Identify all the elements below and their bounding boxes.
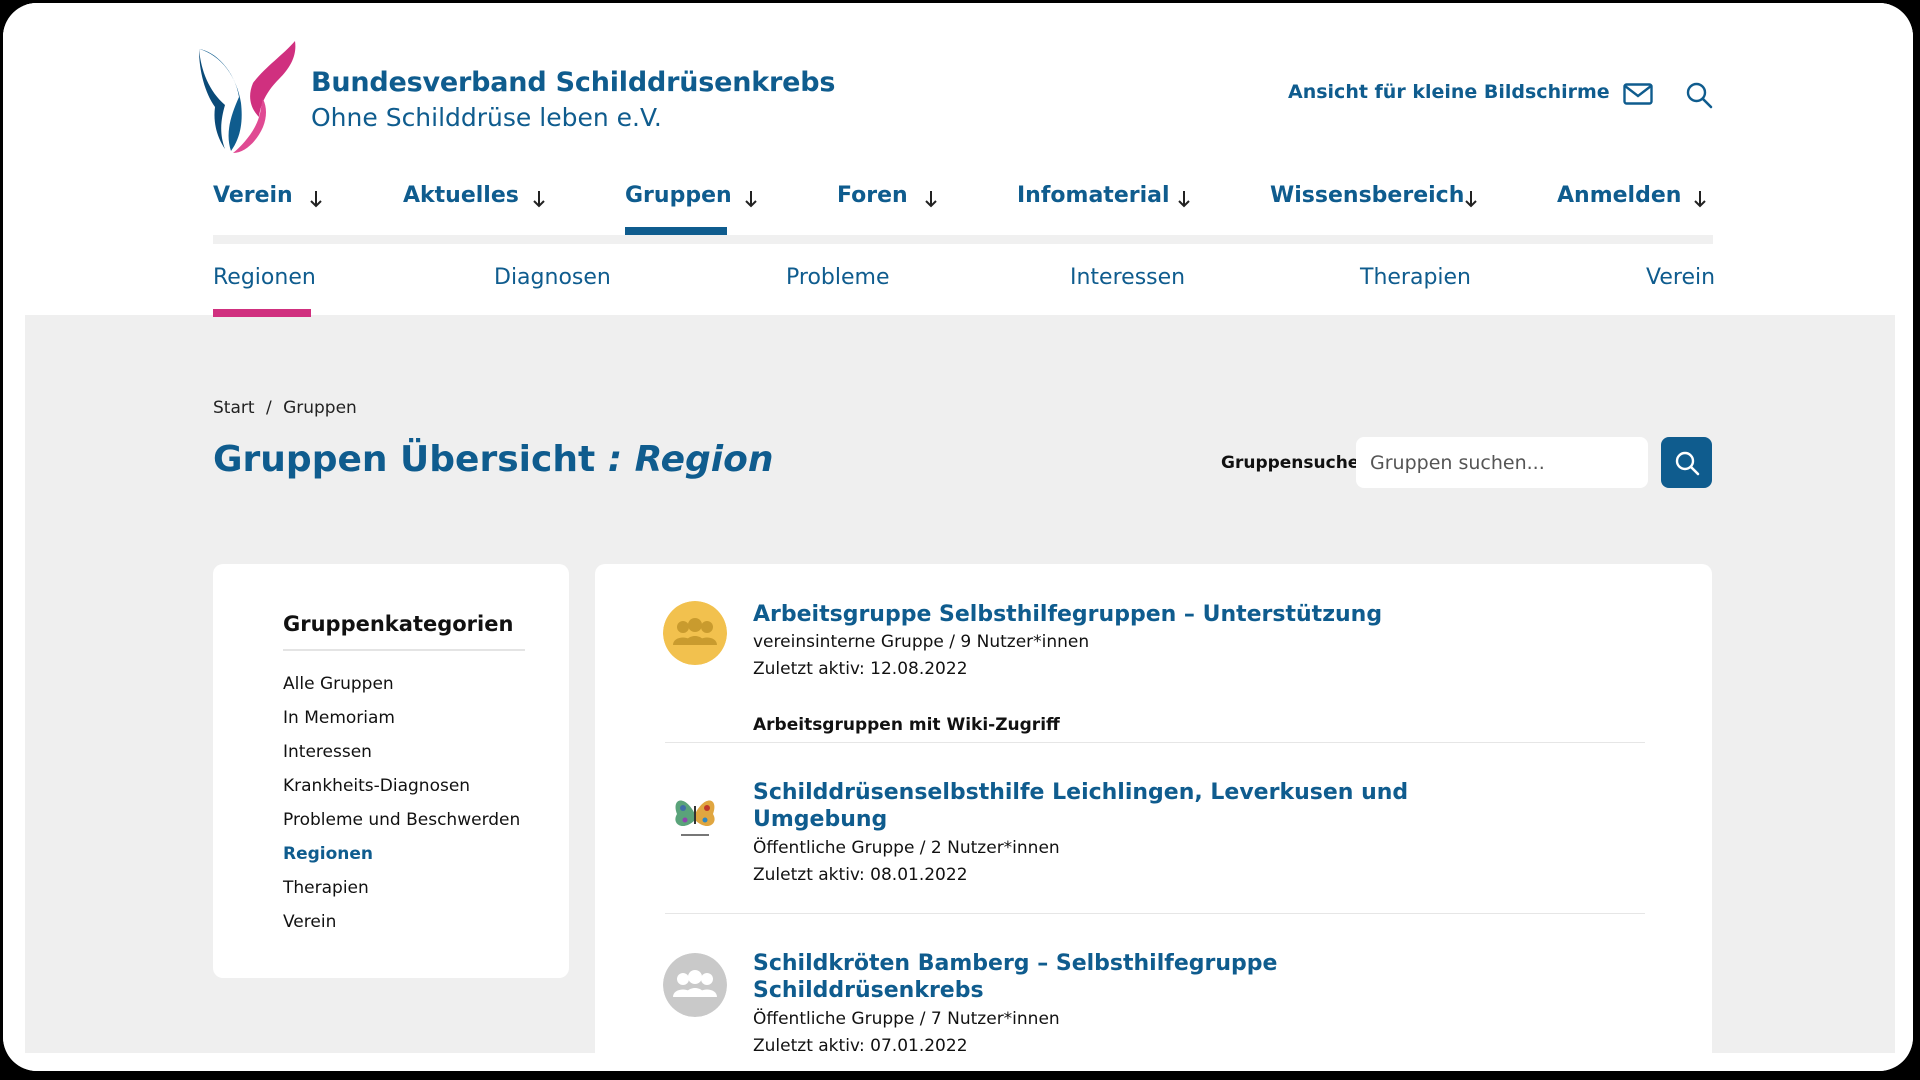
group-list: Arbeitsgruppe Selbsthilfegruppen – Unter… xyxy=(595,564,1712,1064)
breadcrumb: Start / Gruppen xyxy=(213,398,357,418)
list-divider xyxy=(665,742,1645,743)
sidebar-item-interessen[interactable]: Interessen xyxy=(283,742,372,762)
nav-divider xyxy=(213,235,1713,244)
sidebar-item-in-memoriam[interactable]: In Memoriam xyxy=(283,708,395,728)
group-title-line2[interactable]: Schilddrüsenkrebs xyxy=(753,977,984,1004)
butterfly-logo[interactable] xyxy=(195,41,301,155)
breadcrumb-separator: / xyxy=(265,398,272,418)
page-title-main: Gruppen Übersicht xyxy=(213,439,596,480)
browser-frame: Bundesverband Schilddrüsenkrebs Ohne Sch… xyxy=(3,3,1913,1071)
search-icon[interactable] xyxy=(1685,81,1713,109)
breadcrumb-current: Gruppen xyxy=(283,398,357,418)
breadcrumb-start[interactable]: Start xyxy=(213,398,255,418)
group-categories-sidebar: Gruppenkategorien Alle Gruppen In Memori… xyxy=(213,564,569,978)
group-avatar-icon[interactable] xyxy=(663,953,727,1017)
group-title[interactable]: Schildkröten Bamberg – Selbsthilfegruppe xyxy=(753,950,1277,977)
group-meta: Öffentliche Gruppe / 7 Nutzer*innen xyxy=(753,1009,1060,1029)
subnav-verein[interactable]: Verein xyxy=(1646,265,1715,290)
sidebar-item-alle-gruppen[interactable]: Alle Gruppen xyxy=(283,674,394,694)
brand-name[interactable]: Bundesverband Schilddrüsenkrebs xyxy=(311,67,835,98)
group-last-active: Zuletzt aktiv: 08.01.2022 xyxy=(753,865,968,885)
nav-item-verein[interactable]: Verein xyxy=(213,183,293,208)
sidebar-item-therapien[interactable]: Therapien xyxy=(283,878,369,898)
arrow-down-icon xyxy=(925,191,937,208)
group-last-active: Zuletzt aktiv: 07.01.2022 xyxy=(753,1036,968,1056)
group-title-line2[interactable]: Umgebung xyxy=(753,806,887,833)
page-title-suffix: : Region xyxy=(607,439,774,480)
sidebar-divider xyxy=(283,649,525,651)
nav-item-wissensbereich[interactable]: Wissensbereich xyxy=(1270,183,1464,208)
group-last-active: Zuletzt aktiv: 12.08.2022 xyxy=(753,659,968,679)
butterfly-image[interactable] xyxy=(663,784,727,848)
group-meta: vereinsinterne Gruppe / 9 Nutzer*innen xyxy=(753,632,1090,652)
arrow-down-icon xyxy=(1694,191,1706,208)
arrow-down-icon xyxy=(533,191,545,208)
brand-subtitle: Ohne Schilddrüse leben e.V. xyxy=(311,103,662,132)
mail-icon[interactable] xyxy=(1623,83,1653,105)
group-meta: Öffentliche Gruppe / 2 Nutzer*innen xyxy=(753,838,1060,858)
frame-edge-right xyxy=(1895,3,1913,1071)
subnav-therapien[interactable]: Therapien xyxy=(1360,265,1471,290)
arrow-down-icon xyxy=(745,191,757,208)
group-search-input[interactable] xyxy=(1356,437,1648,488)
sidebar-item-probleme[interactable]: Probleme und Beschwerden xyxy=(283,810,520,830)
nav-item-anmelden[interactable]: Anmelden xyxy=(1557,183,1681,208)
group-avatar-icon[interactable] xyxy=(663,601,727,665)
nav-item-gruppen[interactable]: Gruppen xyxy=(625,183,732,208)
nav-item-aktuelles[interactable]: Aktuelles xyxy=(403,183,519,208)
group-search-button[interactable] xyxy=(1661,437,1712,488)
group-title[interactable]: Arbeitsgruppe Selbsthilfegruppen – Unter… xyxy=(753,601,1382,628)
frame-edge-left xyxy=(3,3,25,1071)
group-note: Arbeitsgruppen mit Wiki-Zugriff xyxy=(753,715,1060,735)
subnav-regionen[interactable]: Regionen xyxy=(213,265,316,290)
sidebar-item-verein[interactable]: Verein xyxy=(283,912,336,932)
sidebar-item-krankheits-diagnosen[interactable]: Krankheits-Diagnosen xyxy=(283,776,470,796)
arrow-down-icon xyxy=(1178,191,1190,208)
arrow-down-icon xyxy=(1465,191,1477,208)
page-title: Gruppen Übersicht : Region xyxy=(213,439,773,480)
search-icon xyxy=(1675,451,1699,475)
nav-item-foren[interactable]: Foren xyxy=(837,183,908,208)
group-search-label: Gruppensuche xyxy=(1221,453,1360,473)
nav-active-indicator xyxy=(625,227,727,235)
nav-item-infomaterial[interactable]: Infomaterial xyxy=(1017,183,1170,208)
sidebar-title: Gruppenkategorien xyxy=(283,612,514,636)
subnav-diagnosen[interactable]: Diagnosen xyxy=(494,265,611,290)
list-divider xyxy=(665,913,1645,914)
sidebar-item-regionen[interactable]: Regionen xyxy=(283,844,373,864)
small-screen-view-link[interactable]: Ansicht für kleine Bildschirme xyxy=(1288,81,1610,103)
arrow-down-icon xyxy=(310,191,322,208)
subnav-interessen[interactable]: Interessen xyxy=(1070,265,1185,290)
subnav-probleme[interactable]: Probleme xyxy=(786,265,889,290)
group-title[interactable]: Schilddrüsenselbsthilfe Leichlingen, Lev… xyxy=(753,779,1408,806)
subnav-active-indicator xyxy=(213,309,311,317)
